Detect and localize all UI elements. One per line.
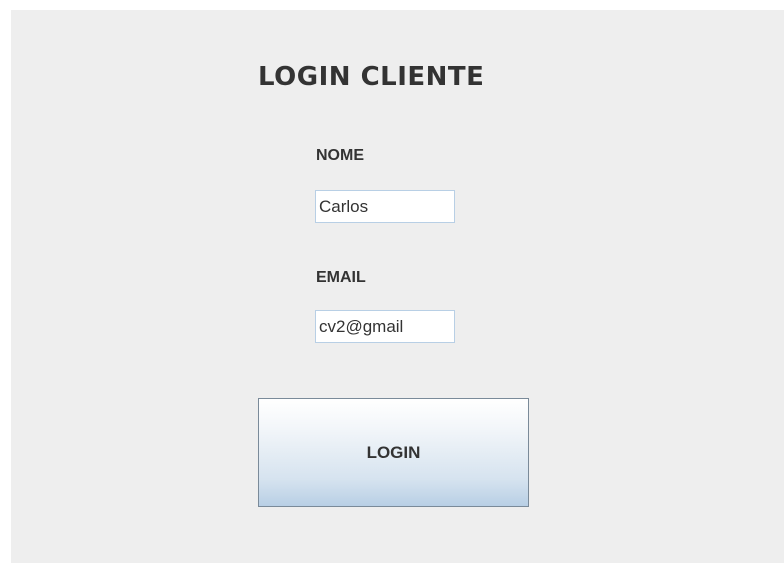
login-window: LOGIN CLIENTE NOME EMAIL LOGIN: [11, 10, 784, 563]
page-title: LOGIN CLIENTE: [258, 62, 485, 92]
nome-label: NOME: [316, 147, 364, 164]
nome-field[interactable]: [315, 190, 455, 223]
login-button[interactable]: LOGIN: [258, 398, 529, 507]
email-field[interactable]: [315, 310, 455, 343]
email-label: EMAIL: [316, 269, 366, 286]
